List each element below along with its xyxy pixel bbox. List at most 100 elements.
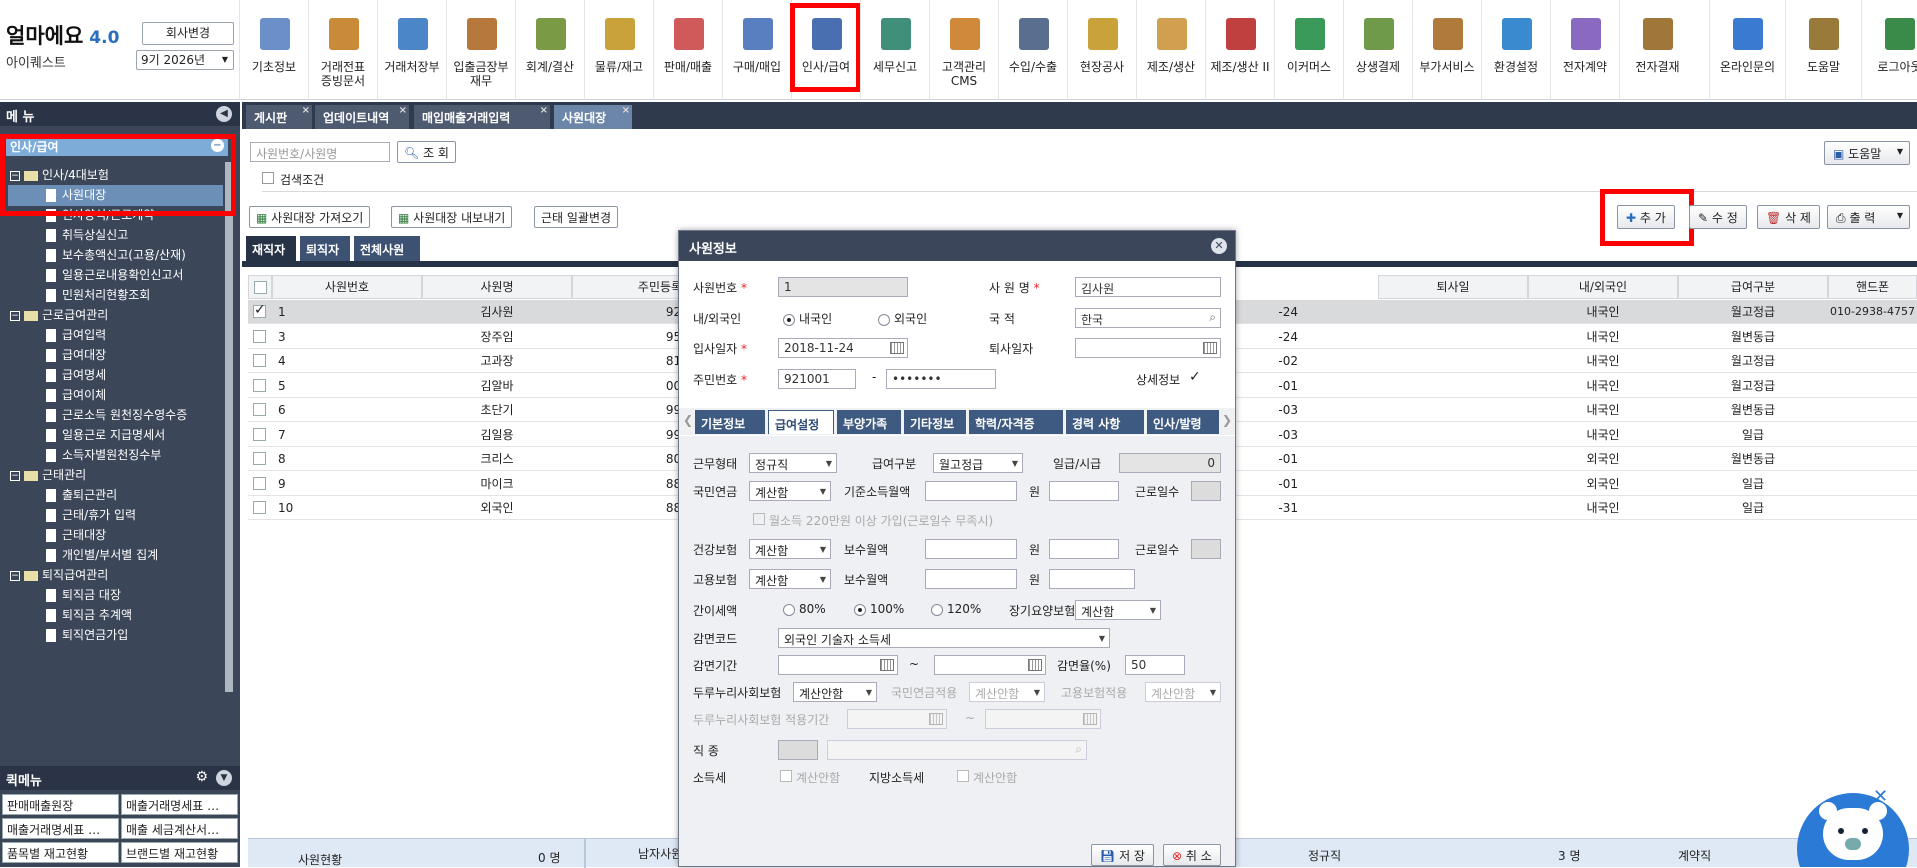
work-days-field[interactable] [1191, 539, 1221, 559]
subtab-1[interactable]: 퇴직자 [300, 236, 350, 261]
menu-item[interactable]: 급여이체 [46, 385, 106, 406]
tab-1[interactable]: 업데이트내역 × [315, 105, 409, 129]
edit-button[interactable]: ✎ 수 정 [1689, 205, 1747, 229]
chevron-left-icon[interactable]: ❮ [683, 413, 693, 427]
pension-amount-field[interactable] [1049, 481, 1119, 501]
module-e-contract-button[interactable]: 전자계약 [1550, 0, 1619, 100]
menu-folder[interactable]: − 인사/4대보험 [10, 165, 109, 186]
menu-item[interactable]: 소득자별원천징수부 [46, 445, 161, 466]
quick-menu-item[interactable]: 브랜드별 재고현황 [121, 842, 238, 863]
row-checkbox[interactable] [253, 501, 266, 514]
quick-menu-item[interactable]: 매출 세금계산서… [121, 818, 238, 839]
close-icon[interactable]: ✕ [1211, 238, 1227, 254]
module-site-work-button[interactable]: 현장공사 [1067, 0, 1136, 100]
menu-item[interactable]: 급여명세 [46, 365, 106, 386]
menu-item[interactable]: 급여대장 [46, 345, 106, 366]
chatbot-bear-icon[interactable] [1797, 790, 1909, 867]
search-icon[interactable]: ⌕ [1075, 742, 1082, 757]
dialog-tab-5[interactable]: 경력 사항 [1066, 410, 1144, 434]
menu-item[interactable]: 취득상실신고 [46, 225, 128, 246]
health-amount-field[interactable] [1049, 539, 1119, 559]
column-header[interactable]: 내/외국인 [1528, 275, 1678, 299]
pension-select[interactable]: 계산함 ▼ [749, 481, 831, 501]
tab-0[interactable]: 게시판 × [246, 105, 312, 129]
module-sales-button[interactable]: 판매/매출 [653, 0, 722, 100]
menu-item[interactable]: 일용근로 지급명세서 [46, 425, 165, 446]
menu-folder[interactable]: − 퇴직급여관리 [10, 565, 108, 586]
menu-item[interactable]: 일용근로내용확인신고서 [46, 265, 183, 286]
column-header[interactable]: 사원번호 [272, 275, 422, 299]
menu-item[interactable]: 개인별/부서별 집계 [46, 545, 158, 566]
module-hr-payroll-button[interactable]: 인사/급여 [791, 0, 860, 100]
employment-ins-select[interactable]: 계산함 ▼ [749, 569, 831, 589]
menu-item[interactable]: 퇴직연금가입 [46, 625, 128, 646]
row-checkbox[interactable] [253, 427, 266, 441]
income-tax-checkbox[interactable] [780, 770, 792, 782]
module-win-win-payment-button[interactable]: 상생결제 [1343, 0, 1412, 100]
close-icon[interactable]: × [622, 105, 630, 116]
quick-menu-item[interactable]: 품목별 재고현황 [2, 842, 119, 863]
subtab-0[interactable]: 재직자 [246, 236, 296, 261]
module-manufacturing-2-button[interactable]: 제조/생산 II [1205, 0, 1274, 100]
dialog-tab-3[interactable]: 기타정보 [904, 410, 966, 434]
dialog-tab-2[interactable]: 부양가족 [837, 410, 901, 434]
row-checkbox[interactable] [253, 476, 266, 490]
employment-pay-field[interactable] [925, 569, 1017, 589]
menu-item[interactable]: 근로소득 원천징수영수증 [46, 405, 187, 426]
health-pay-field[interactable] [925, 539, 1017, 559]
module-voucher-button[interactable]: 거래전표 증빙문서 [308, 0, 377, 100]
rrn-front-field[interactable]: 921001 [778, 369, 856, 389]
module-customer-cms-button[interactable]: 고객관리 CMS [929, 0, 998, 100]
column-header[interactable]: 급여구분 [1678, 275, 1828, 299]
sidebar-scrollbar[interactable] [225, 162, 233, 692]
dialog-tab-4[interactable]: 학력/자격증 [969, 410, 1063, 434]
minus-icon[interactable]: − [211, 139, 224, 152]
work-type-select[interactable]: 정규직 ▼ [749, 453, 837, 473]
module-addon-service-button[interactable]: 부가서비스 [1412, 0, 1481, 100]
emp-no-field[interactable]: 1 [778, 277, 908, 297]
dialog-tab-0[interactable]: 기본정보 [695, 410, 765, 434]
search-condition-checkbox[interactable] [262, 172, 274, 184]
module-e-approval-button[interactable]: 전자결재 [1619, 0, 1695, 100]
column-header[interactable]: 핸드폰 [1828, 275, 1917, 299]
tab-2[interactable]: 매입매출거래입력 × [414, 105, 550, 129]
module-logistics-button[interactable]: 물류/재고 [584, 0, 653, 100]
job-code-field[interactable] [778, 740, 818, 760]
quick-menu-item[interactable]: 매출거래명세표 … [2, 818, 119, 839]
close-icon[interactable]: ✕ [1873, 786, 1888, 807]
menu-item[interactable]: 근태/휴가 입력 [46, 505, 136, 526]
column-header[interactable]: 사원명 [422, 275, 572, 299]
calendar-icon[interactable] [929, 713, 943, 725]
column-header[interactable]: 퇴사일 [1378, 275, 1528, 299]
print-button[interactable]: ⎙ 출 력 ▼ [1827, 205, 1910, 229]
resign-date-field[interactable] [1075, 338, 1221, 358]
menu-item[interactable]: 보수총액신고(고용/산재) [46, 245, 186, 266]
calendar-icon[interactable] [890, 342, 904, 354]
rate-80-radio[interactable]: 80% [783, 602, 826, 616]
close-icon[interactable]: × [302, 105, 310, 116]
row-checkbox[interactable] [253, 329, 266, 343]
pay-type-select[interactable]: 월고정급 ▼ [933, 453, 1023, 473]
period-select[interactable]: 9기 2026년 ▼ [136, 50, 234, 70]
calendar-icon[interactable] [1028, 659, 1042, 671]
ltc-select[interactable]: 계산함 ▼ [1075, 600, 1161, 620]
menu-folder[interactable]: − 근로급여관리 [10, 305, 108, 326]
np-apply-select[interactable]: 계산안함 ▼ [969, 682, 1045, 702]
menu-item[interactable]: 퇴직금 추계액 [46, 605, 132, 626]
chevron-down-icon[interactable]: ▼ [216, 770, 232, 786]
health-ins-select[interactable]: 계산함 ▼ [749, 539, 831, 559]
collapse-icon[interactable]: − [10, 570, 20, 581]
dialog-tab-1[interactable]: 급여설정 [768, 410, 834, 434]
module-ecommerce-button[interactable]: 이커머스 [1274, 0, 1343, 100]
row-checkbox[interactable] [253, 378, 266, 392]
rrn-back-field[interactable]: ••••••• [886, 369, 996, 389]
rate-100-radio[interactable]: 100% [854, 602, 904, 616]
tab-3[interactable]: 사원대장 × [554, 105, 632, 129]
menu-item[interactable]: 민원처리현황조회 [46, 285, 150, 306]
employment-amount-field[interactable] [1049, 569, 1135, 589]
foreign-radio[interactable]: 외국인 [878, 310, 927, 327]
collapse-icon[interactable]: − [10, 310, 20, 321]
detail-check-icon[interactable]: ✓ [1189, 369, 1201, 385]
ei-apply-select[interactable]: 계산안함 ▼ [1145, 682, 1221, 702]
close-icon[interactable]: × [399, 105, 407, 116]
